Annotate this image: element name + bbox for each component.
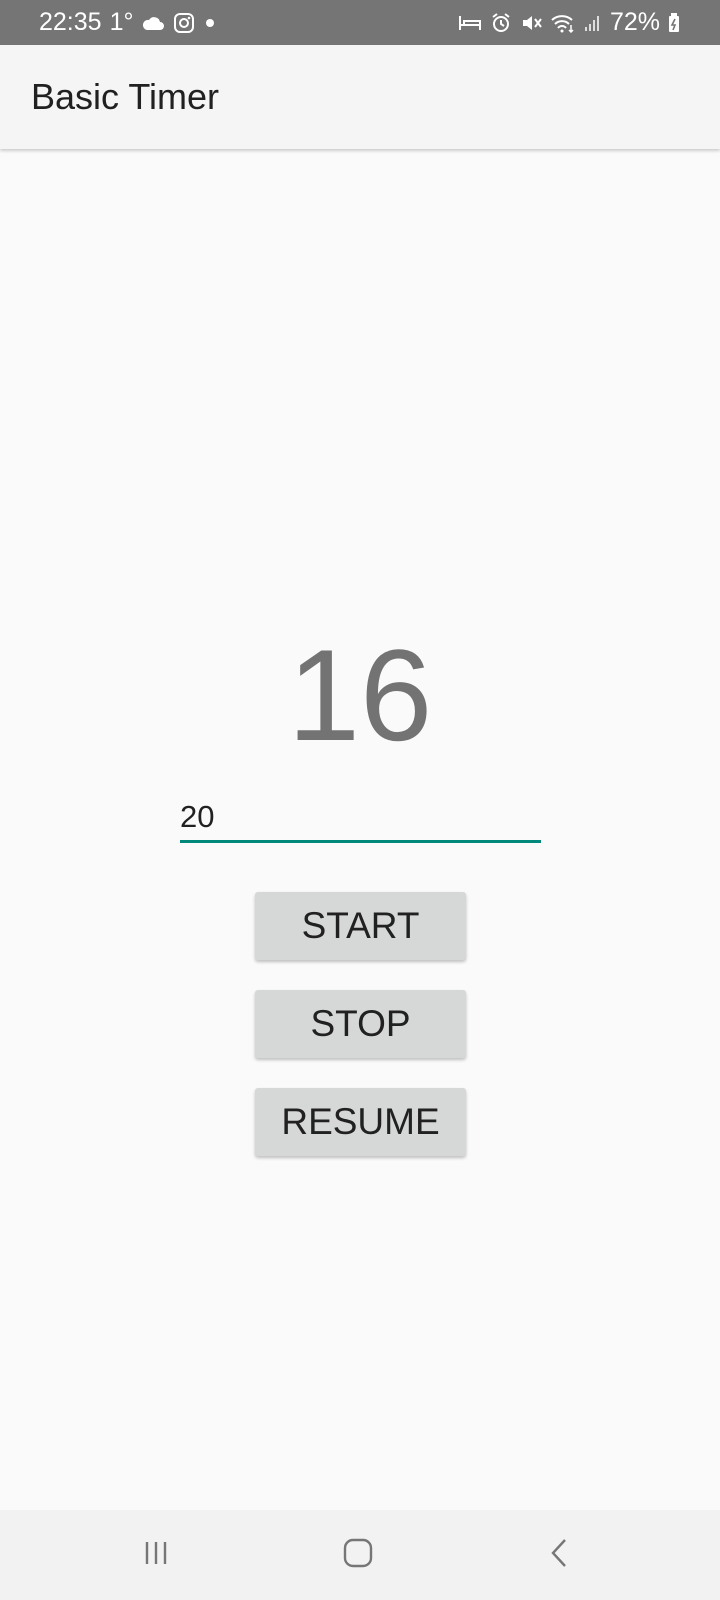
app-title: Basic Timer <box>31 76 220 117</box>
seconds-input[interactable] <box>180 793 541 843</box>
resume-button[interactable]: RESUME <box>255 1088 466 1156</box>
status-bar-left: 22:35 1° <box>39 8 217 37</box>
back-icon <box>543 1536 577 1575</box>
status-bar: 22:35 1° 72% <box>0 0 720 45</box>
back-button[interactable] <box>525 1528 595 1583</box>
sleep-mode-icon <box>458 14 482 32</box>
timer-display: 16 <box>287 622 433 768</box>
navigation-bar <box>0 1510 720 1600</box>
app-bar: Basic Timer <box>0 45 720 149</box>
cloud-icon <box>141 15 165 31</box>
start-button[interactable]: START <box>255 892 466 960</box>
battery-icon <box>668 12 680 33</box>
alarm-icon <box>490 12 512 34</box>
status-temperature: 1° <box>109 8 134 36</box>
signal-icon <box>584 14 602 32</box>
mute-icon <box>520 13 542 33</box>
recent-apps-button[interactable] <box>121 1528 191 1583</box>
wifi-icon <box>550 13 576 33</box>
main-content: 16 START STOP RESUME <box>0 150 720 1510</box>
status-bar-right: 72% <box>458 8 680 37</box>
home-button[interactable] <box>323 1528 393 1583</box>
stop-button[interactable]: STOP <box>255 990 466 1058</box>
home-icon <box>341 1536 375 1575</box>
instagram-icon <box>173 12 195 34</box>
battery-percent: 72% <box>609 8 660 36</box>
notification-dot-icon <box>203 16 217 30</box>
status-time: 22:35 <box>39 8 102 36</box>
recent-apps-icon <box>139 1536 173 1575</box>
